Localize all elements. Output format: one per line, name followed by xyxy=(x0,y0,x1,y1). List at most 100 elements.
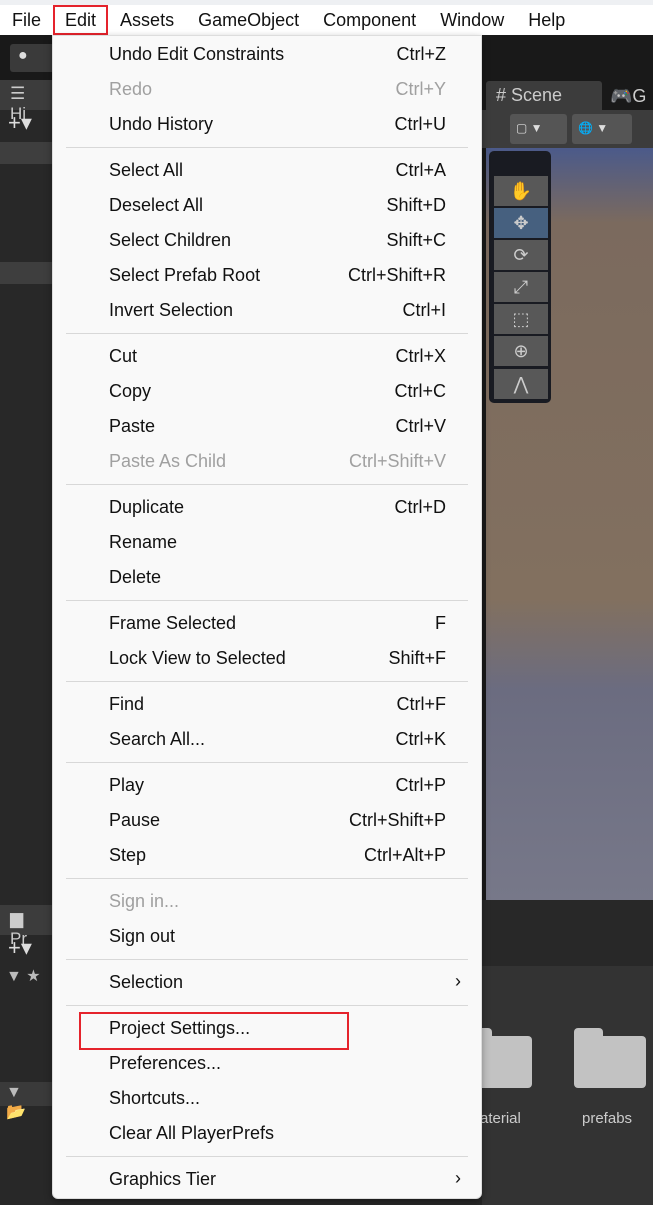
add-button[interactable]: +▾ xyxy=(8,935,32,961)
menu-item-invert-selection[interactable]: Invert Selection Ctrl+I xyxy=(53,293,481,328)
scale-tool-icon[interactable]: ⤢ xyxy=(494,272,548,302)
menu-item-delete[interactable]: Delete xyxy=(53,560,481,595)
favorites-star-icon[interactable]: ▼ ★ xyxy=(6,966,41,986)
menu-item-label: Clear All PlayerPrefs xyxy=(109,1123,275,1143)
menu-bar: File Edit Assets GameObject Component Window H… xyxy=(0,5,653,35)
hierarchy-row[interactable] xyxy=(0,262,52,284)
menu-item-undo-history[interactable]: Undo History Ctrl+U xyxy=(53,107,481,142)
menu-separator xyxy=(53,676,481,687)
menu-file[interactable]: File xyxy=(0,5,53,35)
chevron-right-icon: › xyxy=(455,1168,461,1188)
menu-gameobject[interactable]: GameObject xyxy=(186,5,311,35)
menu-separator xyxy=(53,479,481,490)
chevron-right-icon: › xyxy=(455,971,461,991)
menu-item-rename[interactable]: Rename xyxy=(53,525,481,560)
tab-project[interactable]: ▆ Pr xyxy=(0,905,52,948)
menu-window[interactable]: Window xyxy=(428,5,516,35)
gamepad-icon: 🎮 xyxy=(610,86,633,106)
menu-item-sign-in[interactable]: Sign in... xyxy=(53,884,481,919)
menu-item-label: Select Children xyxy=(109,230,232,250)
menu-item-label: Paste xyxy=(109,416,156,436)
menu-item-shortcut: Ctrl+C xyxy=(394,381,446,401)
hierarchy-row[interactable] xyxy=(0,142,52,164)
transform-tool-icon[interactable]: ⊕ xyxy=(494,336,548,366)
menu-item-select-prefab-root[interactable]: Select Prefab Root Ctrl+Shift+R xyxy=(53,258,481,293)
tool-palette: ✋ ✥ ⟳ ⤢ ⬚ ⊕ ⋀ xyxy=(489,151,551,403)
menu-item-label: Preferences... xyxy=(109,1053,222,1073)
menu-item-lock-view-to-selected[interactable]: Lock View to Selected Shift+F xyxy=(53,641,481,676)
menu-item-shortcut: F xyxy=(435,613,446,633)
menu-item-frame-selected[interactable]: Frame Selected F xyxy=(53,606,481,641)
menu-item-pause[interactable]: Pause Ctrl+Shift+P xyxy=(53,803,481,838)
menu-item-shortcut: Ctrl+I xyxy=(402,300,446,320)
menu-separator xyxy=(53,1151,481,1162)
custom-tool-icon[interactable]: ⋀ xyxy=(494,369,548,399)
menu-item-label: Play xyxy=(109,775,145,795)
global-dropdown[interactable]: 🌐 ▼ xyxy=(572,114,632,144)
hand-tool-icon[interactable]: ✋ xyxy=(494,176,548,206)
menu-separator xyxy=(53,1000,481,1011)
menu-item-select-all[interactable]: Select All Ctrl+A xyxy=(53,153,481,188)
menu-item-label: Pause xyxy=(109,810,161,830)
menu-item-cut[interactable]: Cut Ctrl+X xyxy=(53,339,481,374)
menu-separator xyxy=(53,757,481,768)
tab-game[interactable]: 🎮G xyxy=(610,86,646,107)
menu-item-undo-edit-constraints[interactable]: Undo Edit Constraints Ctrl+Z xyxy=(53,37,481,72)
menu-item-label: Find xyxy=(109,694,145,714)
menu-item-label: Delete xyxy=(109,567,162,587)
menu-item-shortcut: Ctrl+X xyxy=(395,346,446,366)
menu-item-redo[interactable]: Redo Ctrl+Y xyxy=(53,72,481,107)
gizmo-dropdown[interactable]: ▢ ▼ xyxy=(510,114,567,144)
menu-item-label: Search All... xyxy=(109,729,206,749)
tab-hierarchy[interactable]: ☰ Hi xyxy=(0,80,52,123)
menu-edit[interactable]: Edit xyxy=(53,5,109,35)
menu-item-label: Lock View to Selected xyxy=(109,648,286,668)
menu-item-shortcut: Ctrl+F xyxy=(396,694,447,714)
rect-tool-icon[interactable]: ⬚ xyxy=(494,304,548,334)
menu-item-clear-all-playerprefs[interactable]: Clear All PlayerPrefs xyxy=(53,1116,481,1151)
menu-item-label: Cut xyxy=(109,346,138,366)
move-tool-icon[interactable]: ✥ xyxy=(494,208,548,238)
menu-item-shortcut: Ctrl+Alt+P xyxy=(363,845,446,865)
menu-item-select-children[interactable]: Select Children Shift+C xyxy=(53,223,481,258)
add-button[interactable]: +▾ xyxy=(0,110,52,140)
menu-separator xyxy=(53,142,481,153)
menu-item-label: Deselect All xyxy=(109,195,204,215)
menu-item-label: Duplicate xyxy=(109,497,185,517)
tab-scene[interactable]: # Scene xyxy=(486,81,602,110)
menu-item-label: Redo xyxy=(109,79,153,99)
menu-item-graphics-tier[interactable]: Graphics Tier › xyxy=(53,1162,481,1197)
menu-item-label: Rename xyxy=(109,532,178,552)
assets-folder-row[interactable]: ▼ 📂 xyxy=(0,1082,52,1121)
folder-label: aterial xyxy=(480,1110,521,1127)
menu-item-label: Frame Selected xyxy=(109,613,237,633)
menu-item-play[interactable]: Play Ctrl+P xyxy=(53,768,481,803)
menu-separator xyxy=(53,595,481,606)
menu-item-deselect-all[interactable]: Deselect All Shift+D xyxy=(53,188,481,223)
menu-item-shortcut: Ctrl+Shift+P xyxy=(348,810,446,830)
menu-separator xyxy=(53,873,481,884)
menu-item-shortcut: Shift+F xyxy=(388,648,446,668)
menu-help[interactable]: Help xyxy=(516,5,577,35)
menu-item-paste[interactable]: Paste Ctrl+V xyxy=(53,409,481,444)
folder-icon[interactable] xyxy=(574,1028,646,1088)
menu-item-paste-as-child[interactable]: Paste As Child Ctrl+Shift+V xyxy=(53,444,481,479)
menu-item-label: Graphics Tier xyxy=(109,1169,217,1189)
menu-item-search-all[interactable]: Search All... Ctrl+K xyxy=(53,722,481,757)
menu-item-copy[interactable]: Copy Ctrl+C xyxy=(53,374,481,409)
menu-item-shortcut: Ctrl+U xyxy=(394,114,446,134)
menu-item-label: Sign out xyxy=(109,926,176,946)
menu-item-preferences[interactable]: Preferences... xyxy=(53,1046,481,1081)
menu-item-sign-out[interactable]: Sign out xyxy=(53,919,481,954)
menu-component[interactable]: Component xyxy=(311,5,428,35)
menu-item-shortcut: Ctrl+Y xyxy=(395,79,446,99)
menu-item-selection[interactable]: Selection › xyxy=(53,965,481,1000)
menu-assets[interactable]: Assets xyxy=(108,5,186,35)
menu-item-shortcut: Ctrl+K xyxy=(395,729,446,749)
menu-item-label: Paste As Child xyxy=(109,451,227,471)
rotate-tool-icon[interactable]: ⟳ xyxy=(494,240,548,270)
menu-item-step[interactable]: Step Ctrl+Alt+P xyxy=(53,838,481,873)
menu-item-find[interactable]: Find Ctrl+F xyxy=(53,687,481,722)
menu-item-duplicate[interactable]: Duplicate Ctrl+D xyxy=(53,490,481,525)
menu-item-shortcuts[interactable]: Shortcuts... xyxy=(53,1081,481,1116)
